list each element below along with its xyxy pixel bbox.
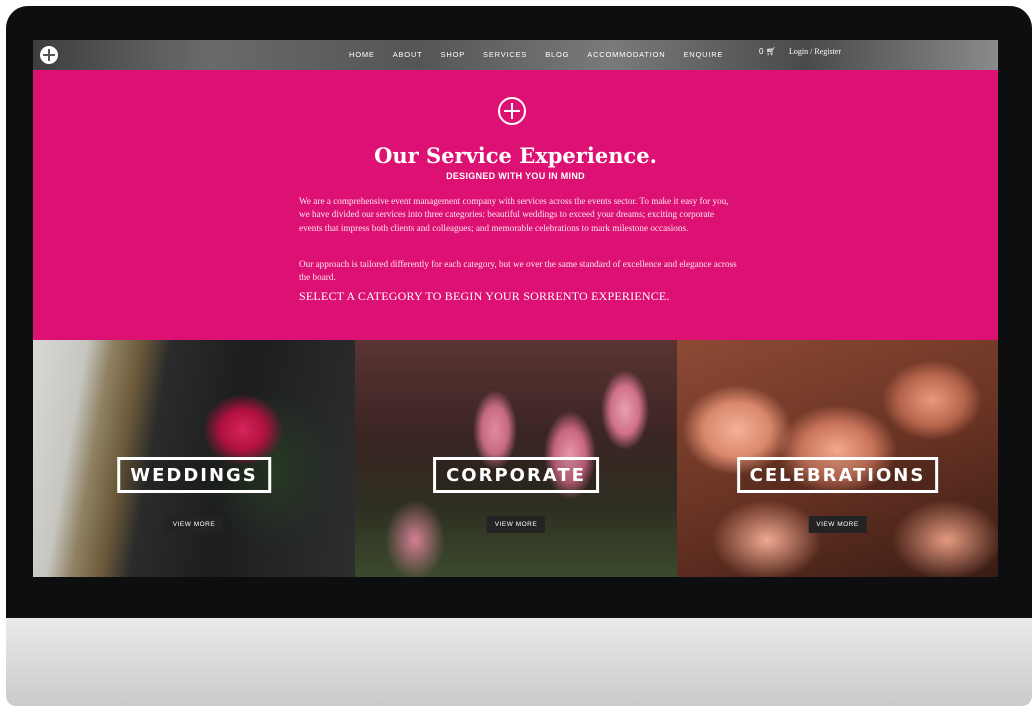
website-screen: HOME ABOUT SHOP SERVICES BLOG ACCOMMODAT…	[33, 40, 998, 577]
monitor-frame: HOME ABOUT SHOP SERVICES BLOG ACCOMMODAT…	[0, 0, 1036, 714]
section-title: Our Service Experience.	[374, 143, 657, 168]
nav-accommodation[interactable]: ACCOMMODATION	[587, 50, 665, 59]
celebrations-view-more-button[interactable]: VIEW MORE	[808, 516, 867, 533]
plus-circle-icon	[498, 97, 526, 125]
celebrations-tile[interactable]: CELEBRATIONS VIEW MORE	[677, 340, 998, 577]
main-menu: HOME ABOUT SHOP SERVICES BLOG ACCOMMODAT…	[349, 50, 723, 59]
section-subtitle: DESIGNED WITH YOU IN MIND	[446, 171, 585, 181]
cart-icon: 🛒︎	[765, 47, 776, 56]
nav-shop[interactable]: SHOP	[441, 50, 465, 59]
cart-button[interactable]: 0 🛒︎	[759, 47, 776, 56]
nav-blog[interactable]: BLOG	[545, 50, 569, 59]
weddings-view-more-button[interactable]: VIEW MORE	[164, 516, 224, 533]
approach-paragraph: Our approach is tailored differently for…	[299, 259, 737, 283]
login-register-link[interactable]: Login / Register	[789, 47, 841, 56]
corporate-tile[interactable]: CORPORATE VIEW MORE	[355, 340, 677, 577]
nav-services[interactable]: SERVICES	[483, 50, 527, 59]
weddings-tile[interactable]: WEDDINGS VIEW MORE	[33, 340, 355, 577]
cart-count: 0	[759, 47, 764, 56]
service-intro-section: Our Service Experience. DESIGNED WITH YO…	[33, 70, 998, 340]
category-prompt: SELECT A CATEGORY TO BEGIN YOUR SORRENTO…	[299, 289, 670, 303]
monitor-chin	[6, 618, 1032, 706]
weddings-label: WEDDINGS	[117, 457, 271, 493]
corporate-view-more-button[interactable]: VIEW MORE	[486, 516, 546, 533]
logo-icon[interactable]	[40, 46, 58, 64]
nav-enquire[interactable]: ENQUIRE	[683, 50, 723, 59]
top-navigation: HOME ABOUT SHOP SERVICES BLOG ACCOMMODAT…	[33, 40, 998, 70]
corporate-label: CORPORATE	[433, 457, 599, 493]
celebrations-label: CELEBRATIONS	[736, 457, 939, 493]
nav-about[interactable]: ABOUT	[393, 50, 423, 59]
nav-home[interactable]: HOME	[349, 50, 375, 59]
intro-paragraph: We are a comprehensive event management …	[299, 196, 729, 233]
